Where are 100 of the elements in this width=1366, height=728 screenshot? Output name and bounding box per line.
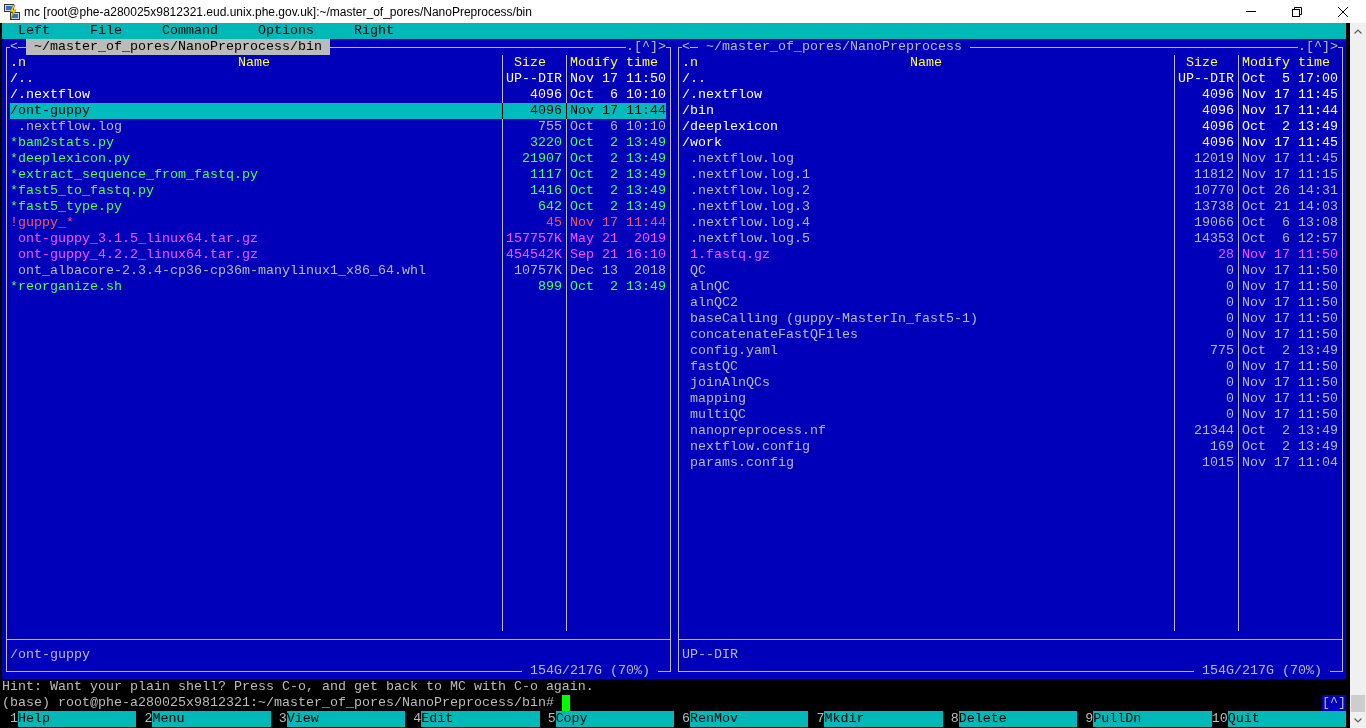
file-entry[interactable]: nanopreprocess.nf [682, 423, 1174, 439]
modify-time: Oct 2 13:49 [1241, 423, 1338, 439]
file-size: 642 [537, 199, 563, 215]
scroll-thumb[interactable] [1351, 695, 1365, 712]
file-entry[interactable]: !guppy_* [10, 215, 502, 231]
file-entry[interactable]: /bin [682, 103, 1174, 119]
file-entry[interactable]: ont-guppy_3.1.5_linux64.tar.gz [10, 231, 502, 247]
file-entry[interactable]: /.nextflow [10, 87, 502, 103]
function-key[interactable]: View [286, 711, 406, 727]
file-entry[interactable]: nextflow.config [682, 439, 1174, 455]
column-header[interactable]: Size [1186, 55, 1218, 70]
file-size: 12019 [1193, 151, 1235, 167]
sort-indicator[interactable]: .n [10, 55, 26, 71]
file-size: 1015 [1201, 455, 1235, 471]
file-size: 0 [1225, 311, 1235, 327]
file-entry[interactable]: /ont-guppy [10, 103, 502, 119]
modify-time: Nov 17 11:50 [1241, 263, 1338, 279]
modify-time: Oct 2 13:49 [1241, 439, 1338, 455]
file-entry[interactable]: multiQC [682, 407, 1174, 423]
file-entry[interactable]: ont-guppy_4.2.2_linux64.tar.gz [10, 247, 502, 263]
file-entry[interactable]: .nextflow.log.5 [682, 231, 1174, 247]
key-number: 10 [1211, 711, 1228, 727]
panel-path[interactable]: ~/master_of_pores/NanoPreprocess [698, 39, 970, 55]
file-entry[interactable]: *deeplexicon.py [10, 151, 502, 167]
menu-item[interactable]: Command [162, 23, 218, 39]
file-entry[interactable]: *extract_sequence_from_fastq.py [10, 167, 502, 183]
file-size: 157757K [505, 231, 563, 247]
file-entry[interactable]: .nextflow.log.3 [682, 199, 1174, 215]
file-entry[interactable]: *fast5_type.py [10, 199, 502, 215]
function-key[interactable]: Delete [958, 711, 1078, 727]
function-key[interactable]: Quit [1227, 711, 1347, 727]
file-size: 755 [537, 119, 563, 135]
file-entry[interactable]: joinAlnQCs [682, 375, 1174, 391]
panel-nav-controls[interactable]: .[^]> [626, 39, 666, 55]
column-header[interactable]: Modify time [1242, 55, 1330, 70]
file-entry[interactable]: .nextflow.log [10, 119, 502, 135]
file-entry[interactable]: fastQC [682, 359, 1174, 375]
file-entry[interactable]: concatenateFastQFiles [682, 327, 1174, 343]
function-key[interactable]: Help [18, 711, 137, 727]
file-entry[interactable]: /.nextflow [682, 87, 1174, 103]
modify-time: Oct 21 14:03 [1241, 199, 1338, 215]
function-key[interactable]: Edit [421, 711, 540, 727]
function-key[interactable]: Mkdir [824, 711, 943, 727]
file-size: 0 [1225, 295, 1235, 311]
file-entry[interactable]: params.config [682, 455, 1174, 471]
file-entry[interactable]: /.. [10, 71, 502, 87]
history-button[interactable]: [^] [1322, 695, 1346, 711]
file-entry[interactable]: .nextflow.log [682, 151, 1174, 167]
file-entry[interactable]: /.. [682, 71, 1174, 87]
file-size: 4096 [1201, 119, 1235, 135]
menu-item[interactable]: File [90, 23, 122, 39]
file-entry[interactable]: *reorganize.sh [10, 279, 502, 295]
file-entry[interactable]: alnQC [682, 279, 1174, 295]
key-number: 9 [1084, 711, 1094, 727]
file-entry[interactable]: *fast5_to_fastq.py [10, 183, 502, 199]
function-key[interactable]: RenMov [690, 711, 809, 727]
file-size: UP--DIR [505, 71, 563, 87]
file-entry[interactable]: config.yaml [682, 343, 1174, 359]
function-key[interactable]: Menu [152, 711, 271, 727]
sort-indicator[interactable]: .n [682, 55, 698, 71]
cursor-icon [561, 695, 570, 711]
file-entry[interactable]: baseCalling (guppy-MasterIn_fast5-1) [682, 311, 1174, 327]
file-size: 4096 [503, 103, 566, 119]
file-entry[interactable]: /work [682, 135, 1174, 151]
file-entry[interactable]: ont_albacore-2.3.4-cp36-cp36m-manylinux1_x86_64.whl [10, 263, 502, 279]
modify-time: Oct 5 17:00 [1241, 71, 1338, 87]
file-entry[interactable]: /deeplexicon [682, 119, 1174, 135]
menu-item[interactable]: Options [258, 23, 314, 39]
file-entry[interactable]: *bam2stats.py [10, 135, 502, 151]
function-key[interactable]: Copy [555, 711, 675, 727]
file-entry[interactable]: QC [682, 263, 1174, 279]
modify-time: Oct 2 13:49 [569, 167, 666, 183]
menu-item[interactable]: Left [18, 23, 50, 39]
key-number: 6 [681, 711, 691, 727]
panel-path[interactable]: ~/master_of_pores/NanoPreprocess/bin [26, 39, 330, 55]
function-key[interactable]: PullDn [1093, 711, 1212, 727]
file-size: 0 [1225, 407, 1235, 423]
modify-time: Oct 2 13:49 [569, 151, 666, 167]
file-entry[interactable]: .nextflow.log.1 [682, 167, 1174, 183]
modify-time: Oct 26 14:31 [1241, 183, 1338, 199]
key-number: 5 [546, 711, 556, 727]
file-entry[interactable]: alnQC2 [682, 295, 1174, 311]
file-entry[interactable]: 1.fastq.gz [682, 247, 1174, 263]
file-entry[interactable]: mapping [682, 391, 1174, 407]
modify-time: Oct 2 13:49 [569, 199, 666, 215]
modify-time: Oct 6 12:57 [1241, 231, 1338, 247]
menu-item[interactable]: Right [354, 23, 394, 39]
panel-nav-controls[interactable]: .[^]> [1298, 39, 1338, 55]
column-header[interactable]: Name [910, 55, 942, 71]
column-header[interactable]: Size [514, 55, 546, 70]
column-header[interactable]: Name [238, 55, 270, 71]
file-size: 13738 [1193, 199, 1235, 215]
scrollbar[interactable] [1350, 23, 1366, 728]
file-size: 454542K [505, 247, 563, 263]
file-entry[interactable]: .nextflow.log.2 [682, 183, 1174, 199]
file-size: 4096 [529, 87, 563, 103]
file-entry[interactable]: .nextflow.log.4 [682, 215, 1174, 231]
mini-status: /ont-guppy [10, 647, 90, 663]
column-header[interactable]: Modify time [570, 55, 658, 70]
modify-time: Nov 17 11:50 [1241, 295, 1338, 311]
